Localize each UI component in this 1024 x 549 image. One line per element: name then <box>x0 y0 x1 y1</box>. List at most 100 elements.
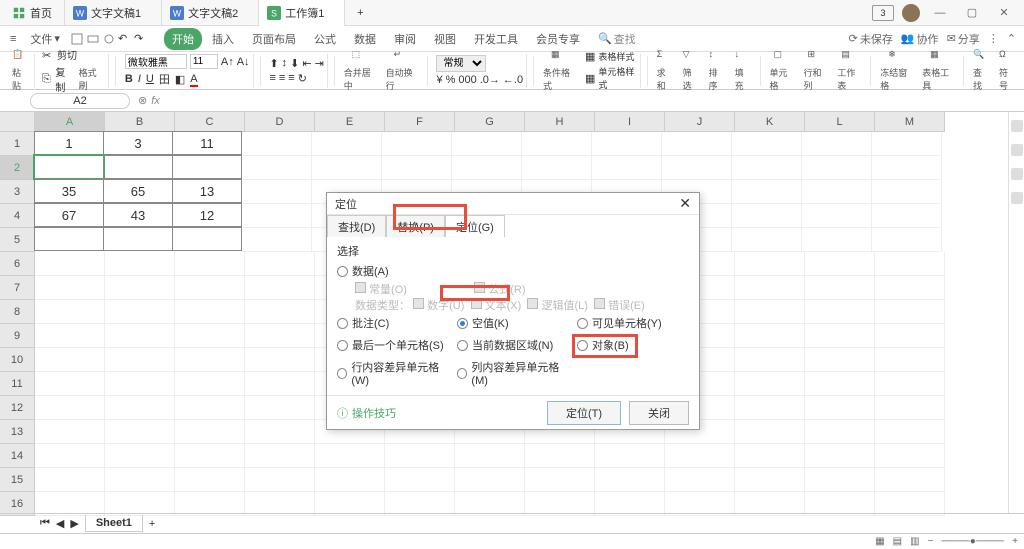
col-header-K[interactable]: K <box>735 112 805 132</box>
add-tab-button[interactable]: + <box>345 7 375 19</box>
cell-A9[interactable] <box>35 324 105 348</box>
cell-C14[interactable] <box>175 444 245 468</box>
cond-format-button[interactable]: ▦条件格式 <box>540 49 578 92</box>
cell-C8[interactable] <box>175 300 245 324</box>
fill-button[interactable]: ↓填充 <box>732 49 754 92</box>
cell-A4[interactable]: 67 <box>34 203 104 227</box>
cell-K3[interactable] <box>732 180 802 204</box>
cell-B15[interactable] <box>105 468 175 492</box>
ribbon-tab-0[interactable]: 开始 <box>164 28 202 50</box>
cell-D14[interactable] <box>245 444 315 468</box>
cell-L14[interactable] <box>805 444 875 468</box>
cell-A5[interactable] <box>34 227 104 251</box>
file-menu[interactable]: 文件 ▾ <box>24 29 66 49</box>
cell-I1[interactable] <box>592 132 662 156</box>
cell-F2[interactable] <box>382 156 452 180</box>
cell-M15[interactable] <box>875 468 945 492</box>
cell-B1[interactable]: 3 <box>103 131 173 155</box>
cell-A11[interactable] <box>35 372 105 396</box>
cell-J1[interactable] <box>662 132 732 156</box>
cell-K14[interactable] <box>735 444 805 468</box>
cell-C2[interactable] <box>172 155 242 179</box>
cell-B2[interactable] <box>103 155 173 179</box>
cell-L2[interactable] <box>802 156 872 180</box>
copy-icon[interactable]: ⎘ <box>42 73 52 85</box>
cell-M3[interactable] <box>872 180 942 204</box>
coop-button[interactable]: 👥 协作 <box>901 31 939 47</box>
fill-color-button[interactable]: ◧ <box>175 73 185 86</box>
cell-A1[interactable]: 1 <box>34 131 104 155</box>
cell-B7[interactable] <box>105 276 175 300</box>
cell-K8[interactable] <box>735 300 805 324</box>
cell-D15[interactable] <box>245 468 315 492</box>
row-header-8[interactable]: 8 <box>0 300 35 324</box>
cell-B14[interactable] <box>105 444 175 468</box>
sort-button[interactable]: ↕排序 <box>706 49 728 92</box>
cell-M12[interactable] <box>875 396 945 420</box>
cell-D8[interactable] <box>245 300 315 324</box>
cell-M9[interactable] <box>875 324 945 348</box>
tab-home[interactable]: 首页 <box>0 0 65 26</box>
cell-C3[interactable]: 13 <box>172 179 242 203</box>
cell-C10[interactable] <box>175 348 245 372</box>
sheet-button[interactable]: ▤工作表 <box>834 49 864 92</box>
cell-K4[interactable] <box>732 204 802 228</box>
side-panel-icon[interactable] <box>1011 120 1023 132</box>
cell-K13[interactable] <box>735 420 805 444</box>
border-button[interactable]: 田 <box>159 71 170 87</box>
col-header-A[interactable]: A <box>35 112 105 132</box>
cell-K6[interactable] <box>735 252 805 276</box>
cell-M10[interactable] <box>875 348 945 372</box>
unsaved-indicator[interactable]: ⟳ 未保存 <box>849 31 893 47</box>
share-button[interactable]: ✉ 分享 <box>947 31 980 47</box>
cell-L15[interactable] <box>805 468 875 492</box>
cell-B9[interactable] <box>105 324 175 348</box>
col-header-I[interactable]: I <box>595 112 665 132</box>
cell-B13[interactable] <box>105 420 175 444</box>
radio-col-diff[interactable]: 列内容差异单元格(M) <box>457 357 569 389</box>
print-icon[interactable] <box>86 32 100 46</box>
cell-G1[interactable] <box>452 132 522 156</box>
name-box[interactable]: A2 <box>30 93 130 109</box>
table-tools-button[interactable]: ▦表格工具 <box>919 49 957 92</box>
cell-C6[interactable] <box>175 252 245 276</box>
row-header-6[interactable]: 6 <box>0 252 35 276</box>
col-header-E[interactable]: E <box>315 112 385 132</box>
cell-C12[interactable] <box>175 396 245 420</box>
cell-H14[interactable] <box>525 444 595 468</box>
cell-L10[interactable] <box>805 348 875 372</box>
radio-comment[interactable]: 批注(C) <box>337 313 449 333</box>
increase-font-icon[interactable]: A↑ <box>221 56 234 68</box>
tip-link[interactable]: ⓘ操作技巧 <box>337 405 396 421</box>
cell-M5[interactable] <box>872 228 942 252</box>
cell-L1[interactable] <box>802 132 872 156</box>
cell-H15[interactable] <box>525 468 595 492</box>
cell-I15[interactable] <box>595 468 665 492</box>
dialog-title-bar[interactable]: 定位 ✕ <box>327 193 699 215</box>
col-header-M[interactable]: M <box>875 112 945 132</box>
cell-B12[interactable] <box>105 396 175 420</box>
cell-E2[interactable] <box>312 156 382 180</box>
col-header-H[interactable]: H <box>525 112 595 132</box>
col-header-B[interactable]: B <box>105 112 175 132</box>
cut-icon[interactable]: ✂ <box>42 49 54 61</box>
decrease-font-icon[interactable]: A↓ <box>237 56 250 68</box>
cell-B5[interactable] <box>103 227 173 251</box>
minimize-button[interactable]: — <box>928 7 952 19</box>
cell-E14[interactable] <box>315 444 385 468</box>
cell-L12[interactable] <box>805 396 875 420</box>
ribbon-tab-8[interactable]: 会员专享 <box>528 28 588 50</box>
cell-B3[interactable]: 65 <box>103 179 173 203</box>
row-header-12[interactable]: 12 <box>0 396 35 420</box>
cell-button[interactable]: ▢单元格 <box>767 49 797 92</box>
sheet-nav-first[interactable]: ⏮ <box>40 517 50 530</box>
cell-M2[interactable] <box>872 156 942 180</box>
cell-D4[interactable] <box>242 204 312 228</box>
cell-J15[interactable] <box>665 468 735 492</box>
row-header-14[interactable]: 14 <box>0 444 35 468</box>
cell-F14[interactable] <box>385 444 455 468</box>
cell-A13[interactable] <box>35 420 105 444</box>
percent-icon[interactable]: % <box>446 74 456 86</box>
row-header-10[interactable]: 10 <box>0 348 35 372</box>
dec-dec-icon[interactable]: ←.0 <box>503 74 523 86</box>
